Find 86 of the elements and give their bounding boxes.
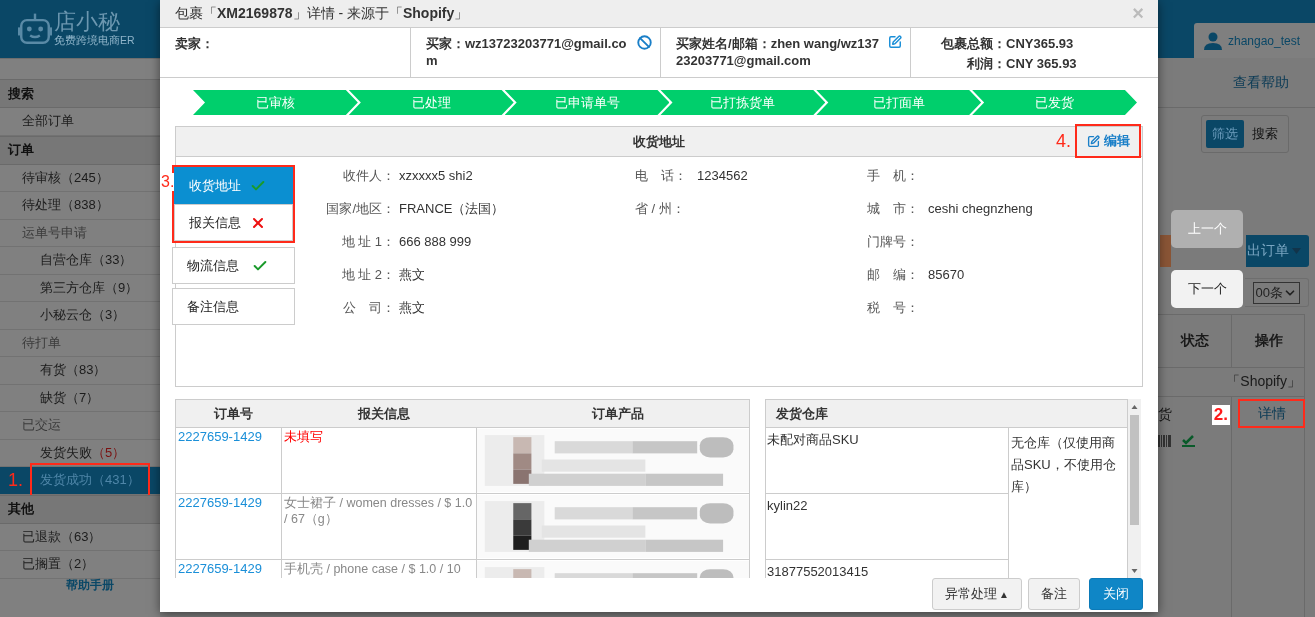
field-value: 1234562 [696, 168, 748, 183]
logo-name: 店小秘 [54, 10, 121, 34]
field-value: ceshi chegnzheng [927, 201, 1033, 216]
progress-step: 已申请单号 [504, 90, 670, 115]
field-label: 邮 编： [867, 265, 920, 284]
check-icon [1182, 435, 1195, 447]
progress-step: 已审核 [193, 90, 358, 115]
logo-tagline: 免费跨境电商ER [54, 34, 135, 48]
info-text: 买家姓名/邮箱：zhen wang/wz13723203771@gmail.com [676, 35, 880, 69]
edit-icon[interactable] [888, 35, 902, 49]
tab[interactable]: 收货地址 [174, 167, 293, 204]
order-link[interactable]: 2227659-1429 [178, 429, 262, 444]
page-size-select[interactable]: 00条 [1252, 281, 1300, 304]
field-label: 地 址 2： [340, 265, 395, 284]
panel-title: 收货地址 [633, 132, 685, 151]
field-label: 收件人： [342, 166, 395, 185]
edit-icon [1086, 134, 1100, 148]
annotation-number: 4. [1056, 130, 1071, 152]
field-label: 国家/地区： [325, 199, 395, 218]
toggle-button[interactable]: 筛选 [1206, 120, 1244, 148]
nav-button[interactable]: 下一个 [1171, 270, 1243, 308]
status-text: 货 [1158, 406, 1172, 424]
footer-button[interactable]: 异常处理▲ [932, 578, 1022, 610]
amount-label: 利润： [966, 55, 1006, 72]
sku-text: 31877552013415 [767, 564, 869, 578]
edit-button[interactable]: 编辑 [1075, 124, 1141, 158]
sidebar-section-title: 其他 [0, 494, 160, 524]
annotation-number: 1. [8, 469, 24, 491]
progress-step: 已打拣货单 [660, 90, 826, 115]
progress-step: 已打面单 [816, 90, 982, 115]
field-label: 地 址 1： [340, 232, 395, 251]
barcode-icon [1158, 435, 1172, 447]
tab[interactable]: 报关信息 [174, 204, 293, 241]
detail-link[interactable]: 详情 [1257, 404, 1286, 423]
field-label: 税 号： [867, 298, 920, 317]
scrollbar[interactable] [1128, 399, 1141, 578]
export-button[interactable]: 出订单 [1246, 235, 1309, 267]
customs-info: 女士裙子 / women dresses / $ 1.0 / 67（g） [284, 496, 473, 526]
sidebar-section-title: 订单 [0, 135, 160, 165]
column-header: 订单号 [176, 400, 281, 428]
amount-value: CNY 365.93 [1006, 55, 1077, 72]
column-header: 操作 [1231, 315, 1305, 368]
annotation-number: 2. [1211, 405, 1230, 425]
sidebar-section-title: 搜索 [0, 79, 160, 108]
field-label: 电 话： [635, 166, 688, 185]
field-label: 门牌号： [867, 232, 920, 251]
user-tab[interactable]: zhangao_test [1194, 23, 1315, 58]
dialog-title: 包裹「XM2169878」详情 - 来源于「Shopify」 [175, 4, 469, 23]
help-button[interactable]: 查看帮助 [1233, 73, 1289, 92]
help-link[interactable]: 帮助手册 [66, 578, 114, 591]
customs-info: 未填写 [284, 430, 323, 444]
amount-value: CNY365.93 [1006, 35, 1075, 52]
toggle-button[interactable]: 搜索 [1246, 120, 1284, 148]
field-label: 城 市： [867, 199, 920, 218]
field-value: 燕文 [398, 265, 425, 284]
warehouse-text: 无仓库（仅使用商品SKU，不使用仓库） [1011, 435, 1116, 494]
tab[interactable]: 备注信息 [172, 288, 295, 325]
caret-icon [1292, 248, 1301, 254]
field-value: 85670 [927, 267, 965, 282]
field-label: 省 / 州： [635, 199, 686, 218]
column-header: 订单产品 [476, 400, 749, 428]
robot-logo-icon [18, 11, 52, 47]
field-label: 公 司： [342, 298, 395, 317]
sku-text: 未配对商品SKU [767, 432, 859, 447]
sku-text: kylin22 [767, 498, 808, 513]
user-icon [1204, 31, 1222, 50]
field-value: 燕文 [398, 298, 425, 317]
progress-step: 已处理 [348, 90, 514, 115]
field-value: 666 888 999 [398, 234, 472, 249]
amount-label: 包裹总额： [940, 35, 1006, 52]
order-link[interactable]: 2227659-1429 [178, 561, 262, 576]
order-link[interactable]: 2227659-1429 [178, 495, 262, 510]
field-label: 手 机： [867, 166, 920, 185]
customs-info: 手机壳 / phone case / $ 1.0 / 10 [284, 562, 461, 576]
block-icon[interactable] [637, 35, 652, 50]
column-header: 发货仓库 [766, 400, 1127, 428]
progress-step: 已发货 [972, 90, 1137, 115]
annotation-number: 3. [161, 173, 175, 191]
info-text: 买家：wz13723203771@gmail.com [426, 35, 628, 69]
info-text: 卖家： [175, 35, 215, 52]
footer-button[interactable]: 关闭 [1089, 578, 1143, 610]
tab[interactable]: 物流信息 [172, 247, 295, 284]
column-header: 报关信息 [281, 400, 476, 428]
field-value: FRANCE（法国） [398, 199, 505, 218]
field-value: xzxxxx5 shi2 [398, 168, 473, 183]
footer-button[interactable]: 备注 [1028, 578, 1080, 610]
